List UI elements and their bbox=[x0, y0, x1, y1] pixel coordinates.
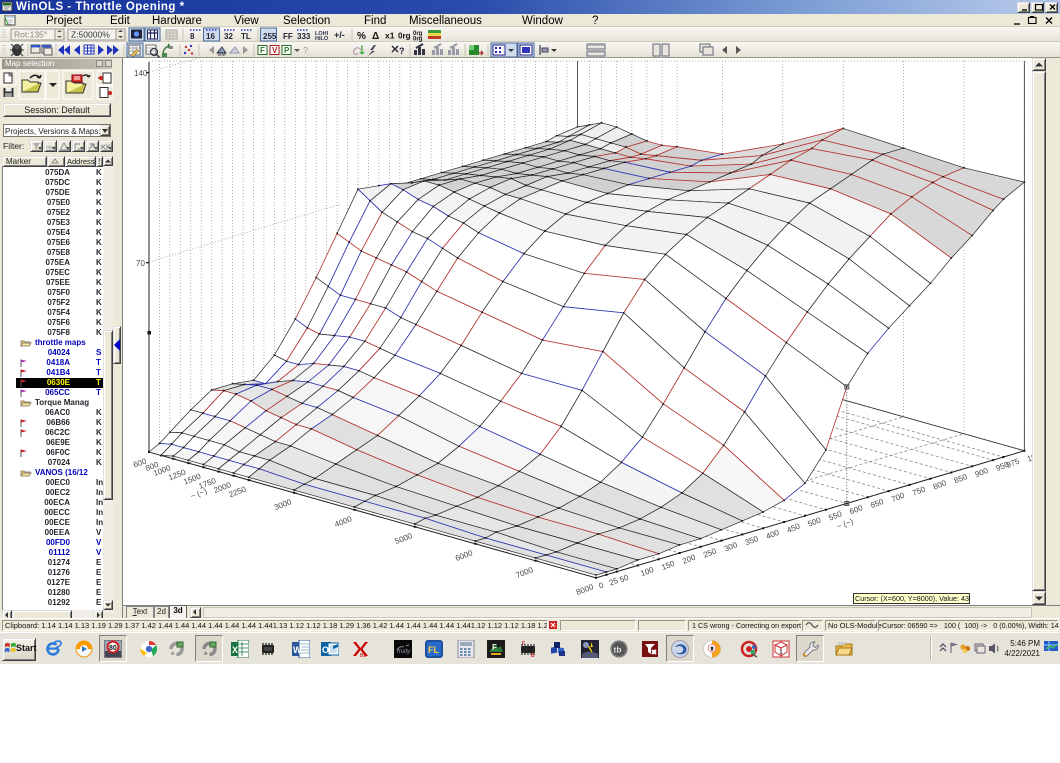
svg-text:333: 333 bbox=[297, 32, 311, 41]
svg-text:1: 1 bbox=[779, 649, 783, 656]
svg-text:TL: TL bbox=[241, 32, 251, 41]
svg-text:x1: x1 bbox=[385, 31, 395, 41]
svg-text:70: 70 bbox=[136, 259, 145, 268]
svg-text:W: W bbox=[293, 645, 302, 655]
svg-text:X: X bbox=[232, 645, 238, 655]
svg-text:?: ? bbox=[399, 46, 405, 56]
svg-text:FL: FL bbox=[428, 645, 439, 655]
svg-text:Rot:135°: Rot:135° bbox=[14, 30, 47, 40]
svg-text:140: 140 bbox=[134, 69, 148, 78]
svg-text:255: 255 bbox=[263, 32, 277, 41]
svg-text:F: F bbox=[260, 46, 265, 55]
svg-text:O: O bbox=[322, 645, 329, 655]
svg-text:P: P bbox=[284, 46, 290, 55]
svg-text:0rg: 0rg bbox=[398, 32, 411, 41]
svg-text:Z:50000%: Z:50000% bbox=[71, 30, 110, 40]
svg-text:B: B bbox=[531, 653, 535, 658]
svg-text:+/-: +/- bbox=[334, 30, 345, 40]
svg-text:80: 80 bbox=[109, 645, 117, 652]
svg-text:V: V bbox=[272, 46, 278, 55]
svg-text:%: % bbox=[357, 31, 366, 42]
svg-text:?: ? bbox=[303, 46, 308, 56]
svg-text:F: F bbox=[522, 641, 525, 647]
svg-text:BB: BB bbox=[360, 653, 367, 658]
svg-text:Δ: Δ bbox=[372, 31, 379, 42]
svg-text:32: 32 bbox=[224, 32, 233, 41]
svg-text:tb: tb bbox=[614, 645, 622, 655]
svg-text:fruity: fruity bbox=[397, 649, 411, 655]
svg-text:16: 16 bbox=[206, 32, 215, 41]
svg-text:FF: FF bbox=[283, 32, 293, 41]
svg-text:8: 8 bbox=[190, 32, 195, 41]
svg-text:F: F bbox=[492, 643, 497, 652]
